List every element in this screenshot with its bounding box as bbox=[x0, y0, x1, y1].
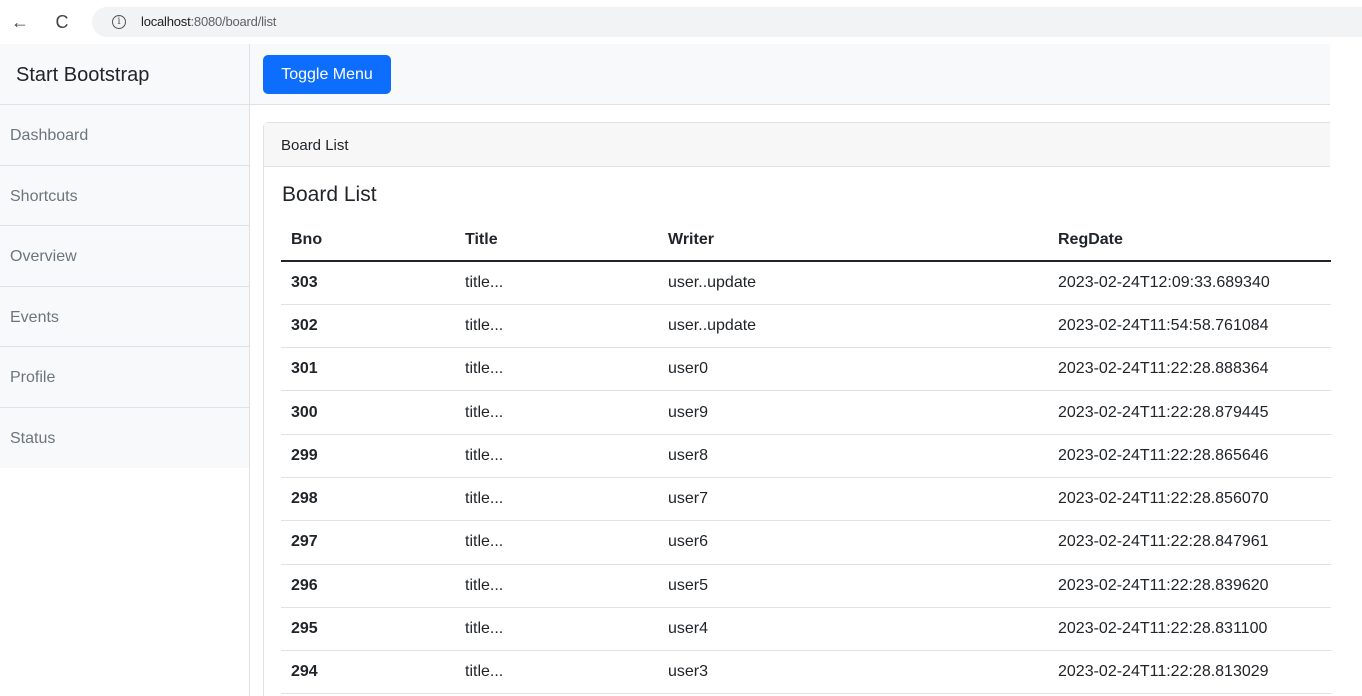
cell-bno: 296 bbox=[281, 564, 455, 608]
cell-bno: 302 bbox=[281, 304, 455, 349]
cell-writer: user0 bbox=[658, 347, 1048, 392]
cell-regdate: 2023-02-24T11:54:58.761084 bbox=[1048, 304, 1331, 349]
cell-title[interactable]: title... bbox=[455, 434, 658, 478]
browser-toolbar: ← C i localhost:8080/board/list bbox=[0, 0, 1362, 44]
header-title: Title bbox=[455, 219, 658, 262]
table-row[interactable]: 294 title... user3 2023-02-24T11:22:28.8… bbox=[281, 650, 1331, 695]
cell-regdate: 2023-02-24T11:22:28.831100 bbox=[1048, 607, 1331, 652]
sidebar-item-events[interactable]: Events bbox=[0, 286, 249, 347]
info-icon[interactable]: i bbox=[112, 15, 126, 29]
url-path: :8080/board/list bbox=[190, 14, 277, 29]
cell-regdate: 2023-02-24T11:22:28.865646 bbox=[1048, 434, 1331, 478]
cell-writer: user5 bbox=[658, 564, 1048, 608]
cell-regdate: 2023-02-24T11:22:28.847961 bbox=[1048, 520, 1331, 565]
cell-title[interactable]: title... bbox=[455, 477, 658, 522]
cell-regdate: 2023-02-24T12:09:33.689340 bbox=[1048, 261, 1331, 305]
back-arrow-icon[interactable]: ← bbox=[8, 10, 32, 34]
card-title: Board List bbox=[282, 183, 377, 206]
reload-icon[interactable]: C bbox=[50, 10, 74, 34]
table-row[interactable]: 300 title... user9 2023-02-24T11:22:28.8… bbox=[281, 390, 1331, 435]
cell-title[interactable]: title... bbox=[455, 650, 658, 695]
cell-title[interactable]: title... bbox=[455, 390, 658, 435]
cell-title[interactable]: title... bbox=[455, 607, 658, 652]
cell-writer: user7 bbox=[658, 477, 1048, 522]
cell-regdate: 2023-02-24T11:22:28.888364 bbox=[1048, 347, 1331, 392]
table-header-row: Bno Title Writer RegDate bbox=[281, 219, 1331, 262]
cell-writer: user..update bbox=[658, 304, 1048, 349]
table-row[interactable]: 298 title... user7 2023-02-24T11:22:28.8… bbox=[281, 477, 1331, 522]
sidebar-item-dashboard[interactable]: Dashboard bbox=[0, 105, 249, 166]
url-text[interactable]: localhost:8080/board/list bbox=[141, 14, 276, 29]
top-navbar: Toggle Menu bbox=[250, 44, 1330, 105]
sidebar-heading: Start Bootstrap bbox=[0, 44, 249, 105]
table-row[interactable]: 297 title... user6 2023-02-24T11:22:28.8… bbox=[281, 520, 1331, 565]
cell-writer: user3 bbox=[658, 650, 1048, 695]
table-row[interactable]: 302 title... user..update 2023-02-24T11:… bbox=[281, 304, 1331, 349]
cell-title[interactable]: title... bbox=[455, 261, 658, 305]
cell-writer: user8 bbox=[658, 434, 1048, 478]
cell-regdate: 2023-02-24T11:22:28.813029 bbox=[1048, 650, 1331, 695]
table-row[interactable]: 299 title... user8 2023-02-24T11:22:28.8… bbox=[281, 434, 1331, 478]
cell-bno: 301 bbox=[281, 347, 455, 392]
table-row[interactable]: 295 title... user4 2023-02-24T11:22:28.8… bbox=[281, 607, 1331, 652]
header-bno: Bno bbox=[281, 219, 455, 262]
cell-title[interactable]: title... bbox=[455, 520, 658, 565]
cell-bno: 295 bbox=[281, 607, 455, 652]
cell-title[interactable]: title... bbox=[455, 304, 658, 349]
header-regdate: RegDate bbox=[1048, 219, 1331, 262]
cell-bno: 299 bbox=[281, 434, 455, 478]
table-row[interactable]: 296 title... user5 2023-02-24T11:22:28.8… bbox=[281, 564, 1331, 608]
table-row[interactable]: 301 title... user0 2023-02-24T11:22:28.8… bbox=[281, 347, 1331, 392]
sidebar-item-overview[interactable]: Overview bbox=[0, 226, 249, 287]
card-header: Board List bbox=[264, 123, 1330, 167]
cell-writer: user6 bbox=[658, 520, 1048, 565]
cell-title[interactable]: title... bbox=[455, 564, 658, 608]
cell-title[interactable]: title... bbox=[455, 347, 658, 392]
cell-bno: 294 bbox=[281, 650, 455, 695]
sidebar: Start Bootstrap Dashboard Shortcuts Over… bbox=[0, 44, 250, 696]
cell-writer: user9 bbox=[658, 390, 1048, 435]
address-bar[interactable]: i localhost:8080/board/list bbox=[92, 7, 1362, 37]
cell-bno: 297 bbox=[281, 520, 455, 565]
header-writer: Writer bbox=[658, 219, 1048, 262]
cell-regdate: 2023-02-24T11:22:28.879445 bbox=[1048, 390, 1331, 435]
cell-bno: 298 bbox=[281, 477, 455, 522]
toggle-menu-button[interactable]: Toggle Menu bbox=[263, 55, 391, 94]
sidebar-item-status[interactable]: Status bbox=[0, 407, 249, 468]
sidebar-item-shortcuts[interactable]: Shortcuts bbox=[0, 165, 249, 226]
url-host: localhost bbox=[141, 14, 191, 29]
table-row[interactable]: 303 title... user..update 2023-02-24T12:… bbox=[281, 261, 1331, 305]
board-table: Bno Title Writer RegDate 303 title... us… bbox=[281, 219, 1331, 695]
cell-regdate: 2023-02-24T11:22:28.856070 bbox=[1048, 477, 1331, 522]
cell-bno: 303 bbox=[281, 261, 455, 305]
cell-bno: 300 bbox=[281, 390, 455, 435]
board-card: Board List Board List Bno Title Writer R… bbox=[263, 122, 1331, 696]
cell-writer: user..update bbox=[658, 261, 1048, 305]
cell-regdate: 2023-02-24T11:22:28.839620 bbox=[1048, 564, 1331, 608]
cell-writer: user4 bbox=[658, 607, 1048, 652]
sidebar-item-profile[interactable]: Profile bbox=[0, 347, 249, 408]
